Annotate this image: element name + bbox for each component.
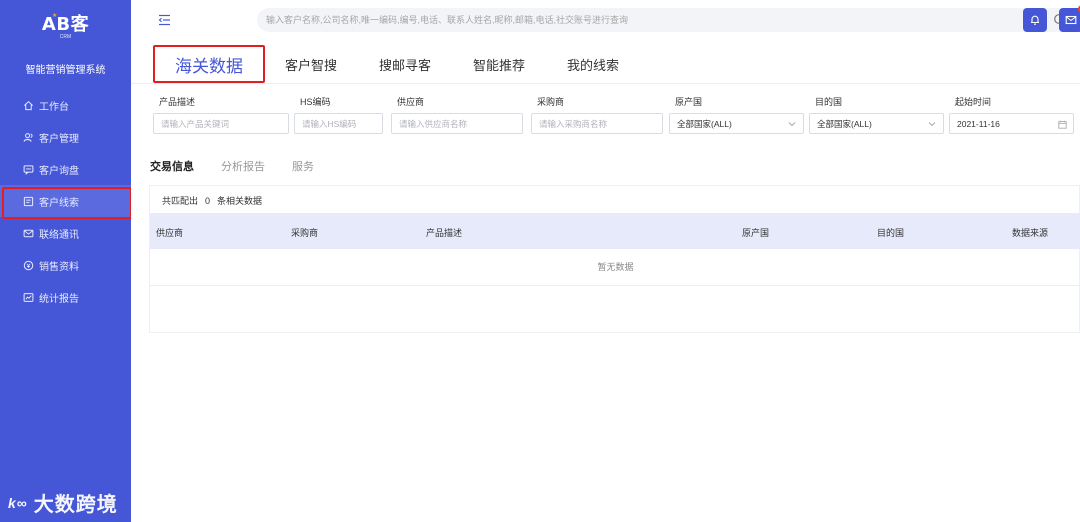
chevron-down-icon [927,119,937,129]
filter-label: 起始时间 [955,97,992,107]
hs-code-input[interactable] [302,114,382,133]
sidebar: ★ AB客 CRM 智能营销管理系统 工作台 客户管理 客户询盘 客户线索 联络… [0,0,132,522]
filter-destination: 目的国 全部国家(ALL) [809,95,944,134]
chart-icon [22,291,34,303]
global-search [257,8,1074,32]
filter-start-time: 起始时间 2021-11-16 [949,95,1074,134]
origin-selected-value: 全部国家(ALL) [677,118,732,129]
sidebar-item-communication[interactable]: 联络通讯 [0,217,131,249]
results-panel: 共匹配出 0 条相关数据 供应商 采购商 产品描述 原产国 目的国 数据来源 暂无数… [149,185,1080,333]
top-bar [131,0,1080,40]
match-prefix: 共匹配出 [162,196,199,206]
messages-button[interactable] [1059,5,1080,32]
sidebar-item-inquiries[interactable]: 客户询盘 [0,153,131,185]
menu-toggle-icon[interactable] [158,14,172,26]
sidebar-item-label: 工作台 [39,101,69,113]
column-header-supplier: 供应商 [156,228,184,238]
table-header: 供应商 采购商 产品描述 原产国 目的国 数据来源 [150,213,1080,249]
result-subtabs: 交易信息 分析报告 服务 [150,158,341,174]
match-count: 0 [205,196,211,206]
subtab-analysis-report[interactable]: 分析报告 [221,158,265,174]
sidebar-item-label: 销售资料 [39,261,79,273]
sidebar-item-workbench[interactable]: 工作台 [0,89,131,121]
filter-origin: 原产国 全部国家(ALL) [669,95,804,134]
tab-smart-recommend[interactable]: 智能推荐 [473,55,525,74]
sidebar-item-label: 客户管理 [39,133,79,145]
column-header-buyer: 采购商 [291,228,319,238]
match-suffix: 条相关数据 [217,196,263,206]
buyer-field [531,113,663,134]
filter-label: 供应商 [397,97,425,107]
watermark: k∞ 大数跨境 [8,488,118,517]
module-tabs: 海关数据 客户智搜 搜邮寻客 智能推荐 我的线索 [153,44,661,84]
filter-hs-code: HS编码 [294,95,383,134]
filter-product-desc: 产品描述 [153,95,289,134]
tabs-divider [131,83,1080,84]
subtab-transactions[interactable]: 交易信息 [150,158,194,174]
logo-text: AB客 [41,14,90,35]
sidebar-item-sales-materials[interactable]: 销售资料 [0,249,131,281]
tab-email-search[interactable]: 搜邮寻客 [379,55,431,74]
subtab-service[interactable]: 服务 [292,158,314,174]
tab-customs-data[interactable]: 海关数据 [153,45,265,83]
sidebar-item-label: 联络通讯 [39,229,79,241]
filter-label: 原产国 [675,97,703,107]
sidebar-item-label: 统计报告 [39,293,79,305]
start-date-picker[interactable]: 2021-11-16 [949,113,1074,134]
start-date-value: 2021-11-16 [957,118,1000,129]
column-header-product-desc: 产品描述 [426,228,463,238]
filter-buyer: 采购商 [531,95,663,134]
column-header-data-source: 数据来源 [1012,228,1049,238]
users-icon [22,131,34,143]
supplier-input[interactable] [399,114,522,133]
sidebar-item-label: 客户询盘 [39,165,79,177]
main-content: 海关数据 客户智搜 搜邮寻客 智能推荐 我的线索 产品描述 HS编码 供应商 采… [131,40,1080,522]
column-header-destination: 目的国 [877,228,905,238]
app-logo[interactable]: ★ AB客 CRM [0,13,131,40]
sidebar-item-label: 客户线索 [39,197,79,209]
buyer-input[interactable] [539,114,662,133]
logo-star-icon: ★ [52,13,58,19]
filter-label: 目的国 [815,97,843,107]
notification-button[interactable] [1023,8,1047,32]
system-name: 智能营销管理系统 [25,65,106,76]
filter-label: HS编码 [300,97,331,107]
empty-state: 暂无数据 [150,249,1080,286]
filter-label: 采购商 [537,97,565,107]
mail-icon [22,227,34,239]
hs-code-field [294,113,383,134]
calendar-icon [1057,119,1067,129]
watermark-text: 大数跨境 [33,494,118,516]
bell-icon [1031,15,1039,25]
filter-supplier: 供应商 [391,95,523,134]
tab-my-leads[interactable]: 我的线索 [567,55,619,74]
destination-selected-value: 全部国家(ALL) [817,118,872,129]
match-summary: 共匹配出 0 条相关数据 [162,194,262,207]
tab-customer-search[interactable]: 客户智搜 [285,55,337,74]
envelope-icon [1065,15,1077,25]
message-icon [22,163,34,175]
sidebar-item-reports[interactable]: 统计报告 [0,281,131,313]
home-icon [22,99,34,111]
watermark-logo-icon: k∞ [8,494,28,511]
supplier-field [391,113,523,134]
product-desc-input[interactable] [161,114,288,133]
filter-label: 产品描述 [159,97,196,107]
logo-subtext: CRM [59,34,72,40]
sidebar-item-leads[interactable]: 客户线索 [0,185,132,219]
origin-select[interactable]: 全部国家(ALL) [669,113,804,134]
destination-select[interactable]: 全部国家(ALL) [809,113,944,134]
clue-icon [22,195,34,207]
chevron-down-icon [787,119,797,129]
sidebar-item-customers[interactable]: 客户管理 [0,121,131,153]
search-input[interactable] [257,8,1037,32]
sidebar-nav: 工作台 客户管理 客户询盘 客户线索 联络通讯 销售资料 统计报告 [0,89,132,313]
product-desc-field [153,113,289,134]
sales-icon [22,259,34,271]
column-header-origin: 原产国 [742,228,770,238]
